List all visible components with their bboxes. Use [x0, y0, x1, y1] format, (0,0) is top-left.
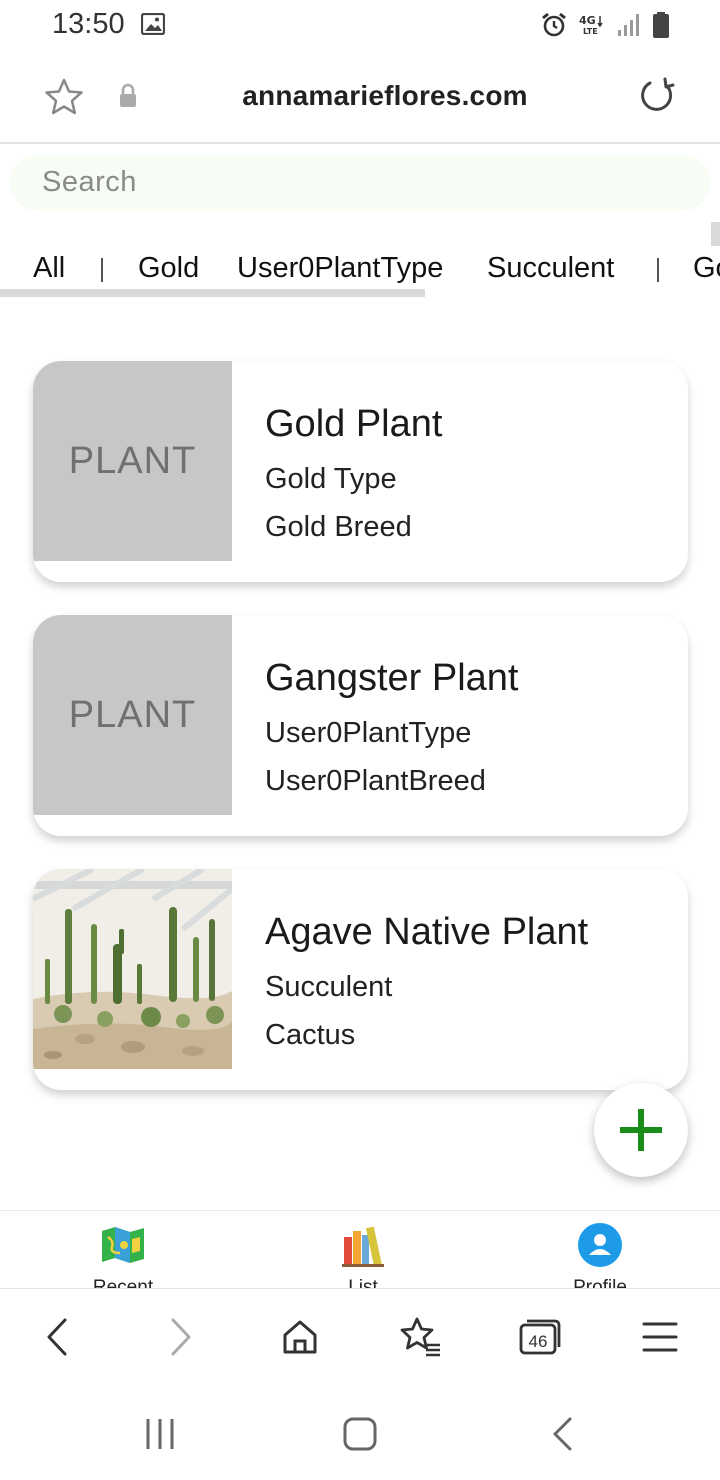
thumbnail-label: PLANT	[68, 439, 197, 482]
plant-photo	[33, 869, 232, 1069]
bookmarks-button[interactable]	[398, 1315, 442, 1359]
reload-icon[interactable]	[636, 76, 676, 116]
app-bottom-nav: Recent List Profile	[0, 1210, 720, 1288]
plant-name: Agave Native Plant	[265, 911, 589, 953]
bookmarks-star-icon	[400, 1317, 440, 1357]
signal-icon	[618, 14, 639, 36]
recent-apps-icon[interactable]	[140, 1414, 180, 1454]
chevron-left-icon	[47, 1318, 67, 1356]
plant-name: Gangster Plant	[265, 657, 519, 699]
url-domain[interactable]: annamarieflores.com	[0, 80, 720, 112]
back-nav-icon[interactable]	[543, 1414, 583, 1454]
gallery-notification-icon	[141, 13, 165, 35]
plant-card[interactable]: PLANT Gangster Plant User0PlantType User…	[33, 615, 688, 836]
svg-text:LTE: LTE	[583, 27, 598, 36]
home-button[interactable]	[278, 1315, 322, 1359]
chevron-right-icon	[171, 1318, 191, 1356]
map-icon	[102, 1227, 144, 1263]
hamburger-menu-icon	[642, 1322, 678, 1352]
nav-list[interactable]: List	[243, 1211, 483, 1288]
status-time: 13:50	[52, 8, 125, 40]
profile-icon	[578, 1223, 622, 1267]
search-input[interactable]: Search	[10, 155, 710, 211]
nav-profile[interactable]: Profile	[480, 1211, 720, 1288]
nav-list-label: List	[348, 1277, 378, 1288]
browser-toolbar: 46	[0, 1288, 720, 1384]
back-button[interactable]	[36, 1315, 80, 1359]
search-placeholder: Search	[42, 166, 137, 198]
plus-icon	[620, 1109, 662, 1151]
books-icon	[342, 1226, 384, 1267]
nav-recent[interactable]: Recent	[3, 1211, 243, 1288]
tabs-button[interactable]: 46	[518, 1315, 562, 1359]
tabs-icon: 46	[519, 1319, 561, 1355]
add-plant-button[interactable]	[594, 1083, 688, 1177]
plant-thumbnail-placeholder: PLANT	[33, 615, 232, 815]
tab-gold[interactable]: Gold	[138, 252, 199, 285]
network-lte-icon: 4G LTE	[579, 14, 603, 36]
battery-icon	[653, 12, 669, 38]
nav-profile-label: Profile	[573, 1277, 627, 1288]
forward-button[interactable]	[158, 1315, 202, 1359]
menu-button[interactable]	[638, 1315, 682, 1359]
thumbnail-label: PLANT	[68, 693, 197, 736]
browser-url-bar: annamarieflores.com	[0, 52, 720, 144]
tab-divider	[101, 258, 103, 282]
status-icons: 4G LTE	[540, 11, 670, 39]
tab-count: 46	[529, 1332, 548, 1351]
system-navigation-bar	[0, 1384, 720, 1480]
alarm-icon	[542, 12, 566, 37]
plant-thumbnail-placeholder: PLANT	[33, 361, 232, 561]
tab-divider	[657, 258, 659, 282]
tab-all[interactable]: All	[33, 252, 65, 285]
cactus-garden-image	[33, 869, 232, 1069]
plant-type: User0PlantType	[265, 717, 472, 749]
tab-succulent[interactable]: Succulent	[487, 252, 614, 285]
tab-user0planttype[interactable]: User0PlantType	[237, 252, 443, 285]
plant-name: Gold Plant	[265, 403, 443, 445]
home-nav-icon[interactable]	[340, 1414, 380, 1454]
plant-breed: User0PlantBreed	[265, 765, 486, 797]
tabs-scroll-indicator	[711, 222, 720, 246]
tabs-scrollbar[interactable]	[0, 289, 425, 297]
status-bar: 13:50 4G LTE	[0, 0, 720, 52]
plant-type: Succulent	[265, 971, 393, 1003]
plant-breed: Gold Breed	[265, 511, 412, 543]
tab-partial[interactable]: Go	[693, 252, 720, 285]
home-icon	[283, 1320, 317, 1354]
plant-card[interactable]: PLANT Gold Plant Gold Type Gold Breed	[33, 361, 688, 582]
nav-recent-label: Recent	[92, 1277, 154, 1288]
plant-type: Gold Type	[265, 463, 397, 495]
plant-card[interactable]: Agave Native Plant Succulent Cactus	[33, 869, 688, 1090]
svg-text:4G: 4G	[579, 14, 596, 27]
plant-breed: Cactus	[265, 1019, 356, 1051]
